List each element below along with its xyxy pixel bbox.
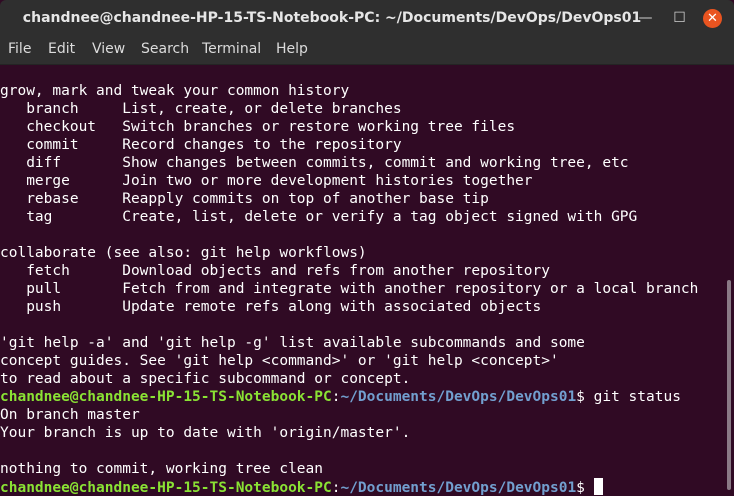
terminal-output[interactable]: grow, mark and tweak your common history…	[0, 64, 722, 496]
menu-bar: File Edit View Search Terminal Help	[0, 37, 734, 65]
prompt-symbol: $	[576, 389, 585, 405]
menu-terminal[interactable]: Terminal	[202, 37, 261, 64]
prompt-path: ~/Documents/DevOps/DevOps01	[340, 480, 577, 496]
window-title: chandnee@chandnee-HP-15-TS-Notebook-PC: …	[22, 10, 642, 26]
prompt-line: chandnee@chandnee-HP-15-TS-Notebook-PC:~…	[0, 388, 722, 406]
text-cursor	[593, 478, 603, 495]
close-button[interactable]: ✕	[703, 9, 722, 28]
terminal-line: concept guides. See 'git help <command>'…	[0, 353, 559, 369]
terminal-line: 'git help -a' and 'git help -g' list ava…	[0, 335, 585, 351]
menu-edit[interactable]: Edit	[48, 37, 75, 64]
output-line: nothing to commit, working tree clean	[0, 461, 324, 477]
terminal-line: tag Create, list, delete or verify a tag…	[0, 209, 638, 225]
terminal-line: diff Show changes between commits, commi…	[0, 155, 629, 171]
terminal-line: merge Join two or more development histo…	[0, 173, 533, 189]
terminal-line: fetch Download objects and refs from ano…	[0, 263, 550, 279]
title-bar[interactable]: chandnee@chandnee-HP-15-TS-Notebook-PC: …	[0, 0, 734, 37]
terminal-window: chandnee@chandnee-HP-15-TS-Notebook-PC: …	[0, 0, 734, 496]
terminal-line: pull Fetch from and integrate with anoth…	[0, 281, 699, 297]
terminal-line: commit Record changes to the repository	[0, 137, 402, 153]
terminal-line: branch List, create, or delete branches	[0, 101, 402, 117]
terminal-line: checkout Switch branches or restore work…	[0, 119, 516, 135]
terminal-line: grow, mark and tweak your common history	[0, 83, 350, 99]
menu-search[interactable]: Search	[141, 37, 189, 64]
prompt-symbol: $	[576, 480, 594, 496]
terminal-line: push Update remote refs along with assoc…	[0, 299, 542, 315]
output-line: On branch master	[0, 407, 140, 423]
terminal-line: to read about a specific subcommand or c…	[0, 371, 411, 387]
terminal-line: collaborate (see also: git help workflow…	[0, 245, 367, 261]
prompt-path: ~/Documents/DevOps/DevOps01	[340, 389, 577, 405]
active-prompt-line[interactable]: chandnee@chandnee-HP-15-TS-Notebook-PC:~…	[0, 478, 722, 496]
command-text: git status	[584, 389, 681, 405]
menu-view[interactable]: View	[92, 37, 125, 64]
output-line: Your branch is up to date with 'origin/m…	[0, 425, 411, 441]
menu-file[interactable]: File	[8, 37, 31, 64]
minimize-button[interactable]: —	[636, 9, 655, 28]
prompt-user: chandnee@chandnee-HP-15-TS-Notebook-PC	[0, 480, 332, 496]
maximize-button[interactable]: ☐	[670, 9, 689, 28]
terminal-line: rebase Reapply commits on top of another…	[0, 191, 489, 207]
menu-help[interactable]: Help	[276, 37, 308, 64]
scrollbar[interactable]	[727, 280, 731, 490]
prompt-user: chandnee@chandnee-HP-15-TS-Notebook-PC	[0, 389, 332, 405]
